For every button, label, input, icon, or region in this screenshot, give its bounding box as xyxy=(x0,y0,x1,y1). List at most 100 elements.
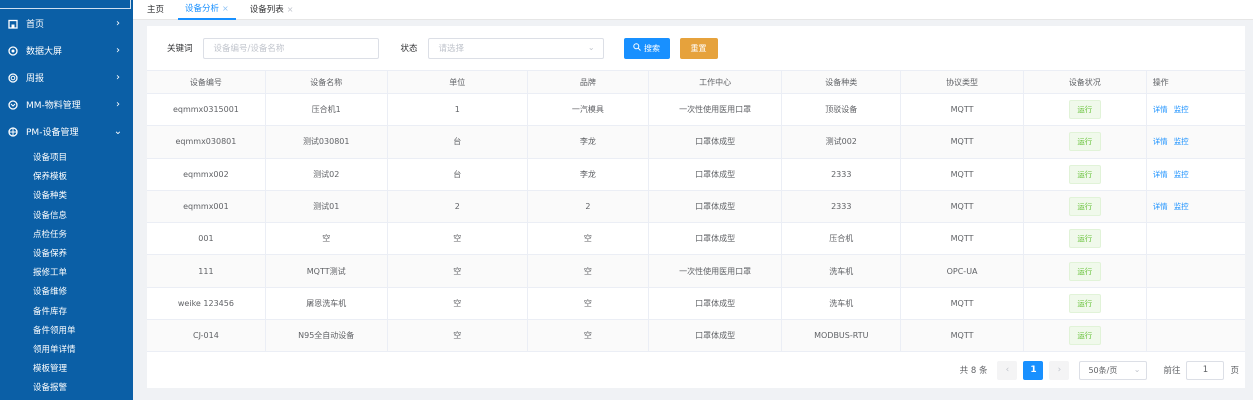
page-number-button[interactable]: 1 xyxy=(1023,360,1044,380)
table-row: CJ-014 N95全自动设备空空口罩体成型 MODBUS-RTU MQTT 运行 xyxy=(147,320,1245,353)
tab-equipment-list[interactable]: 设备列表 × xyxy=(243,0,301,20)
tab-home[interactable]: 主页 xyxy=(140,0,171,20)
table-cell: MQTT xyxy=(901,94,1024,126)
table-row: eqmmx002 测试02 台李龙 口罩体成型 2333 MQTT 运行 详情 监控 xyxy=(147,158,1245,191)
operation-cell xyxy=(1147,320,1245,351)
detail-link[interactable]: 详情 xyxy=(1153,136,1168,147)
table-cell: 一次性使用医用口罩 xyxy=(649,255,783,287)
search-icon xyxy=(633,43,641,53)
sub-item-spare-requisition[interactable]: 备件领用单 xyxy=(0,322,133,341)
table-cell: 空 xyxy=(528,320,649,352)
monitor-link[interactable]: 监控 xyxy=(1174,104,1189,115)
menu-item-report[interactable]: 周报 › xyxy=(0,64,133,91)
table-cell: 口罩体成型 xyxy=(649,190,783,223)
table-cell: eqmmx030801 xyxy=(147,126,266,158)
chevron-right-icon: › xyxy=(116,45,120,56)
menu-item-home[interactable]: 首页 › xyxy=(0,10,133,37)
menu-item-equipment[interactable]: PM-设备管理 ⌄ xyxy=(0,118,133,145)
equipment-table: 设备编号 设备名称 单位 品牌 工作中心 设备种类 协议类型 设备状况 操作 e… xyxy=(147,70,1245,353)
detail-link[interactable]: 详情 xyxy=(1153,169,1168,180)
next-page-button[interactable]: › xyxy=(1049,360,1070,380)
sub-item-equipment-type[interactable]: 设备种类 xyxy=(0,187,133,206)
sub-item-equipment-repair[interactable]: 设备维修 xyxy=(0,283,133,302)
status-cell: 运行 xyxy=(1024,94,1147,126)
pagination: 共 8 条 ‹ 1 › 50条/页 ⌄ 前往 1 页 xyxy=(960,360,1239,380)
table-cell: 空 xyxy=(266,223,388,255)
table-cell: 空 xyxy=(388,223,529,255)
tabs-bar: 主页 设备分析 × 设备列表 × xyxy=(133,0,1253,20)
table-cell: MQTT xyxy=(901,190,1024,223)
table-cell: 口罩体成型 xyxy=(649,223,783,255)
sidebar-menu: 首页 › 数据大屏 › 周报 › MM-物料管理 › PM-设备管理 ⌄ 设备项… xyxy=(0,10,133,398)
table-cell: 台 xyxy=(388,158,529,190)
monitor-link[interactable]: 监控 xyxy=(1174,136,1189,147)
operation-cell: 详情 监控 xyxy=(1147,94,1245,125)
table-cell: 2333 xyxy=(782,190,902,223)
detail-link[interactable]: 详情 xyxy=(1153,201,1168,212)
keyword-input[interactable]: 设备编号/设备名称 xyxy=(202,37,379,59)
tab-label: 主页 xyxy=(147,4,165,15)
equipment-icon xyxy=(8,126,18,137)
menu-item-material[interactable]: MM-物料管理 › xyxy=(0,91,133,118)
sub-item-equipment-project[interactable]: 设备项目 xyxy=(0,149,133,168)
sub-item-equipment-alarm[interactable]: 设备报警 xyxy=(0,379,133,398)
table-cell: 测试030801 xyxy=(266,126,388,158)
sub-item-repair-order[interactable]: 报修工单 xyxy=(0,264,133,283)
table-row: 001 空空空口罩体成型 压合机 MQTT 运行 xyxy=(147,223,1245,256)
table-cell: MQTT xyxy=(901,320,1024,352)
status-badge: 运行 xyxy=(1068,229,1101,249)
chevron-down-icon: ⌄ xyxy=(587,42,595,52)
table-cell: 2 xyxy=(528,190,649,223)
close-icon[interactable]: × xyxy=(287,0,294,20)
table-cell: 空 xyxy=(528,223,649,255)
status-cell: 运行 xyxy=(1024,158,1147,190)
reset-button-label: 重置 xyxy=(690,43,707,53)
operation-cell: 详情 监控 xyxy=(1147,126,1245,157)
column-header: 设备状况 xyxy=(1024,71,1147,93)
menu-item-dashboard[interactable]: 数据大屏 › xyxy=(0,37,133,64)
search-button[interactable]: 搜索 xyxy=(623,37,670,59)
status-cell: 运行 xyxy=(1024,126,1147,158)
table-header: 设备编号 设备名称 单位 品牌 工作中心 设备种类 协议类型 设备状况 操作 xyxy=(147,70,1245,94)
sub-item-template-management[interactable]: 模板管理 xyxy=(0,360,133,379)
operation-cell xyxy=(1147,288,1245,319)
tab-equipment-analysis[interactable]: 设备分析 × xyxy=(178,0,236,20)
table-cell: eqmmx001 xyxy=(147,190,266,223)
menu-item-label: 首页 xyxy=(26,20,45,30)
table-cell: 空 xyxy=(388,287,529,320)
goto-page-value: 1 xyxy=(1202,365,1209,375)
table-cell: MQTT xyxy=(901,223,1024,255)
table-cell: 口罩体成型 xyxy=(649,126,783,158)
goto-page-input[interactable]: 1 xyxy=(1186,360,1225,380)
material-icon xyxy=(8,99,18,110)
sub-item-spare-stock[interactable]: 备件库存 xyxy=(0,303,133,322)
reset-button[interactable]: 重置 xyxy=(679,37,718,59)
sub-item-inspection-task[interactable]: 点检任务 xyxy=(0,226,133,245)
filter-bar: 关键词 设备编号/设备名称 状态 请选择 ⌄ 搜索 重置 xyxy=(147,26,1245,70)
status-cell: 运行 xyxy=(1024,190,1147,223)
sub-item-maintenance-template[interactable]: 保养模板 xyxy=(0,168,133,187)
table-cell: MODBUS-RTU xyxy=(782,320,902,352)
status-cell: 运行 xyxy=(1024,255,1147,287)
operation-cell xyxy=(1147,255,1245,286)
page-size-select[interactable]: 50条/页 ⌄ xyxy=(1079,360,1148,380)
monitor-link[interactable]: 监控 xyxy=(1174,169,1189,180)
table-row: eqmmx030801 测试030801 台李龙 口罩体成型 测试002 MQTT 运行 详情… xyxy=(147,126,1245,159)
close-icon[interactable]: × xyxy=(222,0,229,19)
prev-page-button[interactable]: ‹ xyxy=(997,360,1018,380)
status-select[interactable]: 请选择 ⌄ xyxy=(427,37,604,59)
operation-cell: 详情 监控 xyxy=(1147,159,1245,190)
equipment-sub-menu: 设备项目 保养模板 设备种类 设备信息 点检任务 设备保养 报修工单 设备维修 … xyxy=(0,145,133,398)
column-header: 设备名称 xyxy=(266,71,388,93)
table-row: eqmmx0315001 压合机1 1 一汽模具 一次性使用医用口罩 顶驳设备 MQTT 运行… xyxy=(147,94,1245,127)
status-label: 状态 xyxy=(400,44,418,54)
sub-item-equipment-info[interactable]: 设备信息 xyxy=(0,207,133,226)
monitor-link[interactable]: 监控 xyxy=(1174,201,1189,212)
sub-item-requisition-detail[interactable]: 领用单详情 xyxy=(0,341,133,360)
menu-item-label: MM-物料管理 xyxy=(26,101,81,111)
column-header: 工作中心 xyxy=(649,71,783,93)
sub-item-equipment-maintenance[interactable]: 设备保养 xyxy=(0,245,133,264)
table-cell: 李龙 xyxy=(528,126,649,158)
table-cell: 洗车机 xyxy=(782,287,902,320)
detail-link[interactable]: 详情 xyxy=(1153,104,1168,115)
